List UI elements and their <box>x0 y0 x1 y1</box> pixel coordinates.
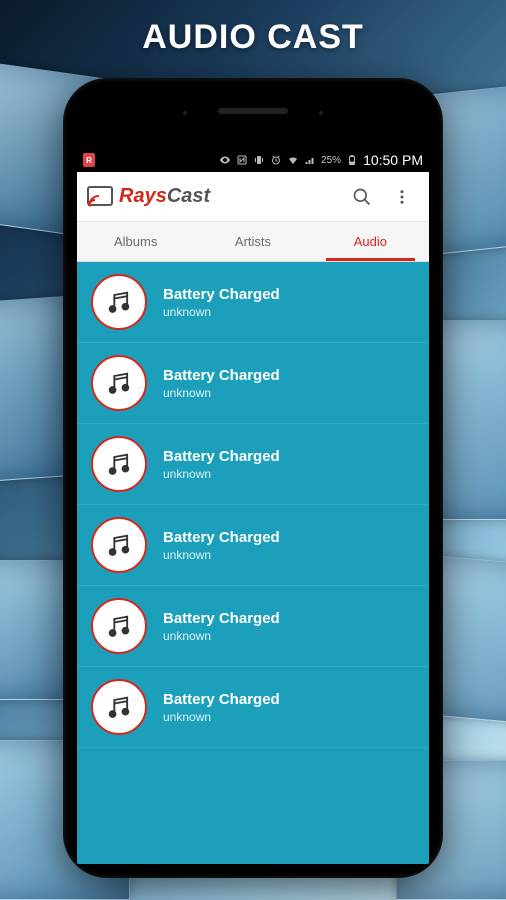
audio-title: Battery Charged <box>163 691 280 708</box>
music-note-icon <box>91 679 147 735</box>
audio-subtitle: unknown <box>163 710 280 724</box>
phone-sensor-left <box>183 111 187 115</box>
phone-frame: R <box>63 78 443 878</box>
alarm-icon <box>270 154 282 166</box>
list-item[interactable]: Battery Charged unknown <box>77 586 429 667</box>
list-item[interactable]: Battery Charged unknown <box>77 667 429 748</box>
music-note-icon <box>91 274 147 330</box>
hero-title: AUDIO CAST <box>0 18 506 57</box>
audio-subtitle: unknown <box>163 548 280 562</box>
tab-bar: Albums Artists Audio <box>77 222 429 262</box>
overflow-menu-button[interactable] <box>385 180 419 214</box>
tab-label: Albums <box>114 234 157 249</box>
tab-albums[interactable]: Albums <box>77 222 194 261</box>
tab-artists[interactable]: Artists <box>194 222 311 261</box>
audio-title: Battery Charged <box>163 367 280 384</box>
list-item[interactable]: Battery Charged unknown <box>77 262 429 343</box>
audio-subtitle: unknown <box>163 386 280 400</box>
music-note-icon <box>91 598 147 654</box>
tab-label: Audio <box>354 234 387 249</box>
cast-icon <box>87 186 113 208</box>
audio-title: Battery Charged <box>163 448 280 465</box>
search-button[interactable] <box>345 180 379 214</box>
audio-list[interactable]: Battery Charged unknown Battery Charged unk… <box>77 262 429 748</box>
eye-icon <box>219 154 231 166</box>
music-note-icon <box>91 436 147 492</box>
audio-subtitle: unknown <box>163 467 280 481</box>
battery-percent: 25% <box>321 155 341 166</box>
audio-subtitle: unknown <box>163 305 280 319</box>
list-item[interactable]: Battery Charged unknown <box>77 343 429 424</box>
phone-screen: R <box>77 148 429 864</box>
audio-title: Battery Charged <box>163 286 280 303</box>
status-time: 10:50 PM <box>363 152 423 168</box>
app-title-bar: RaysCast <box>77 172 429 222</box>
audio-subtitle: unknown <box>163 629 280 643</box>
android-status-bar: R <box>77 148 429 172</box>
vibrate-icon <box>253 154 265 166</box>
tab-label: Artists <box>235 234 271 249</box>
wifi-icon <box>287 154 299 166</box>
music-note-icon <box>91 517 147 573</box>
nfc-icon <box>236 154 248 166</box>
app-name: RaysCast <box>119 185 210 208</box>
tab-audio[interactable]: Audio <box>312 222 429 261</box>
list-item[interactable]: Battery Charged unknown <box>77 505 429 586</box>
signal-icon <box>304 154 316 166</box>
music-note-icon <box>91 355 147 411</box>
audio-title: Battery Charged <box>163 529 280 546</box>
audio-title: Battery Charged <box>163 610 280 627</box>
list-item[interactable]: Battery Charged unknown <box>77 424 429 505</box>
phone-speaker <box>218 108 288 114</box>
phone-sensor-right <box>319 111 323 115</box>
battery-icon <box>346 154 358 166</box>
sim-icon: R <box>83 153 95 167</box>
